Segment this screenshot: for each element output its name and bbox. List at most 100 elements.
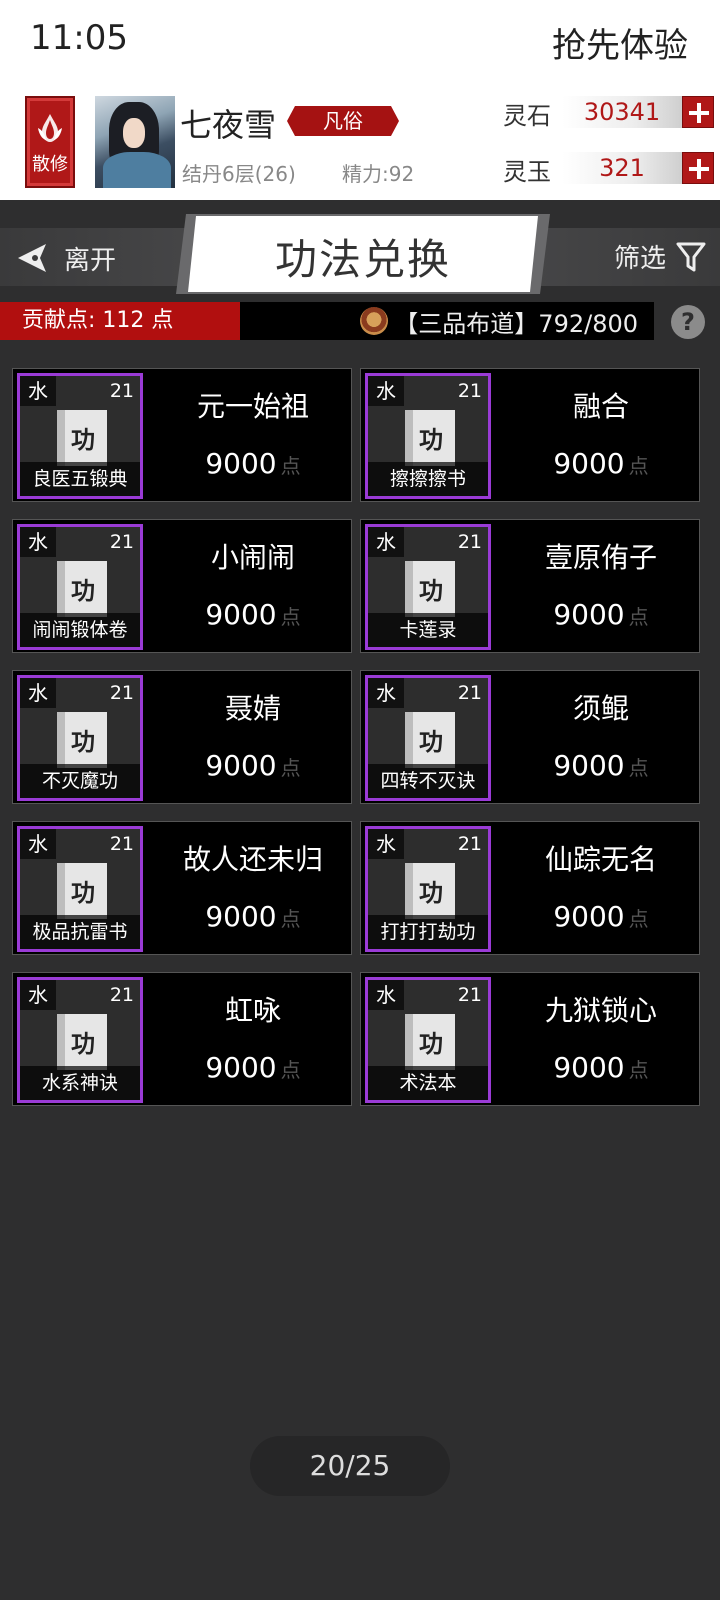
book-name: 卡莲录 <box>368 613 488 647</box>
price-unit: 点 <box>628 605 649 629</box>
technique-card[interactable]: 水 21 功 极品抗雷书 故人还未归 9000 点 <box>12 821 352 955</box>
price-unit: 点 <box>628 1058 649 1082</box>
top-panel: 11:05 抢先体验 散修 七夜雪 凡俗 结丹6层(26) 精力:92 灵石 3… <box>0 0 720 200</box>
book-name: 擦擦擦书 <box>368 462 488 496</box>
book-glyph: 功 <box>419 576 443 605</box>
price: 9000 点 <box>153 598 353 631</box>
leave-button[interactable]: 离开 <box>14 238 116 278</box>
technique-card[interactable]: 水 21 功 擦擦擦书 融合 9000 点 <box>360 368 700 502</box>
price-value: 9000 <box>205 1051 277 1084</box>
price-value: 9000 <box>205 749 277 782</box>
book-name: 不灭魔功 <box>20 764 140 798</box>
price-unit: 点 <box>280 756 301 780</box>
early-access-button[interactable]: 抢先体验 <box>552 18 688 67</box>
lotus-icon <box>38 114 62 142</box>
level-label: 21 <box>457 531 482 553</box>
book-name: 水系神诀 <box>20 1066 140 1100</box>
book-frame: 水 21 功 水系神诀 <box>17 977 143 1103</box>
seller-name: 小闹闹 <box>210 541 295 574</box>
price-value: 9000 <box>553 1051 625 1084</box>
avatar-face <box>123 118 145 148</box>
page-indicator: 20/25 <box>250 1436 450 1496</box>
price: 9000 点 <box>501 1051 701 1084</box>
price-value: 9000 <box>553 900 625 933</box>
leave-label: 离开 <box>64 245 117 276</box>
price: 9000 点 <box>501 447 701 480</box>
price-unit: 点 <box>280 907 301 931</box>
book-frame: 水 21 功 良医五锻典 <box>17 373 143 499</box>
price-unit: 点 <box>628 454 649 478</box>
element-tag: 水 <box>20 980 56 1010</box>
book-glyph: 功 <box>71 878 95 907</box>
level-label: 21 <box>109 984 134 1006</box>
seller-name: 虹咏 <box>224 994 281 1027</box>
avatar-robe <box>103 152 171 188</box>
scroll-book-icon: 功 <box>405 410 455 466</box>
technique-card[interactable]: 水 21 功 闹闹锻体卷 小闹闹 9000 点 <box>12 519 352 653</box>
scroll-book-icon: 功 <box>57 1014 107 1070</box>
technique-card[interactable]: 水 21 功 良医五锻典 元一始祖 9000 点 <box>12 368 352 502</box>
price: 9000 点 <box>153 447 353 480</box>
book-frame: 水 21 功 擦擦擦书 <box>365 373 491 499</box>
technique-card[interactable]: 水 21 功 不灭魔功 聂婧 9000 点 <box>12 670 352 804</box>
book-frame: 水 21 功 打打打劫功 <box>365 826 491 952</box>
price: 9000 点 <box>153 749 353 782</box>
funnel-icon <box>676 242 706 271</box>
technique-card[interactable]: 水 21 功 术法本 九狱锁心 9000 点 <box>360 972 700 1106</box>
element-tag: 水 <box>368 829 404 859</box>
seller-name: 故人还未归 <box>182 843 323 876</box>
avatar[interactable] <box>95 96 175 188</box>
technique-card[interactable]: 水 21 功 卡莲录 壹原侑子 9000 点 <box>360 519 700 653</box>
book-glyph: 功 <box>71 1029 95 1058</box>
price: 9000 点 <box>153 1051 353 1084</box>
contribution-points: 贡献点: 112 点 <box>0 302 240 340</box>
book-name: 术法本 <box>368 1066 488 1100</box>
scroll-book-icon: 功 <box>405 1014 455 1070</box>
book-name: 闹闹锻体卷 <box>20 613 140 647</box>
level-label: 21 <box>109 682 134 704</box>
book-name: 良医五锻典 <box>20 462 140 496</box>
price-value: 9000 <box>553 598 625 631</box>
technique-card[interactable]: 水 21 功 打打打劫功 仙踪无名 9000 点 <box>360 821 700 955</box>
rank-progress: 【三品布道】792/800 <box>360 302 638 340</box>
price: 9000 点 <box>501 749 701 782</box>
filter-label: 筛选 <box>613 244 666 274</box>
element-tag: 水 <box>20 829 56 859</box>
element-tag: 水 <box>20 678 56 708</box>
level-label: 21 <box>457 380 482 402</box>
scroll-book-icon: 功 <box>57 410 107 466</box>
help-button[interactable]: ? <box>671 305 705 339</box>
book-frame: 水 21 功 不灭魔功 <box>17 675 143 801</box>
element-tag: 水 <box>368 678 404 708</box>
price-value: 9000 <box>553 447 625 480</box>
element-tag: 水 <box>20 376 56 406</box>
scroll-book-icon: 功 <box>405 561 455 617</box>
book-name: 四转不灭诀 <box>368 764 488 798</box>
book-frame: 水 21 功 极品抗雷书 <box>17 826 143 952</box>
scroll-book-icon: 功 <box>57 561 107 617</box>
add-spirit-jade-button[interactable] <box>682 152 714 184</box>
seller-name: 元一始祖 <box>196 390 309 423</box>
book-name: 极品抗雷书 <box>20 915 140 949</box>
filter-button[interactable]: 筛选 <box>614 238 706 275</box>
seller-name: 须鲲 <box>572 692 629 725</box>
seller-name: 仙踪无名 <box>544 843 657 876</box>
book-frame: 水 21 功 闹闹锻体卷 <box>17 524 143 650</box>
book-glyph: 功 <box>419 425 443 454</box>
player-name: 七夜雪 <box>180 106 277 144</box>
price-unit: 点 <box>280 605 301 629</box>
scroll-book-icon: 功 <box>405 863 455 919</box>
add-spirit-stone-button[interactable] <box>682 96 714 128</box>
technique-card[interactable]: 水 21 功 四转不灭诀 须鲲 9000 点 <box>360 670 700 804</box>
technique-card[interactable]: 水 21 功 水系神诀 虹咏 9000 点 <box>12 972 352 1106</box>
scroll-book-icon: 功 <box>57 863 107 919</box>
book-glyph: 功 <box>419 1029 443 1058</box>
book-glyph: 功 <box>71 576 95 605</box>
level-label: 21 <box>109 833 134 855</box>
sect-badge[interactable]: 散修 <box>25 96 75 188</box>
price-unit: 点 <box>280 454 301 478</box>
book-frame: 水 21 功 术法本 <box>365 977 491 1103</box>
seller-name: 九狱锁心 <box>544 994 657 1027</box>
level-label: 21 <box>109 531 134 553</box>
price-unit: 点 <box>628 907 649 931</box>
